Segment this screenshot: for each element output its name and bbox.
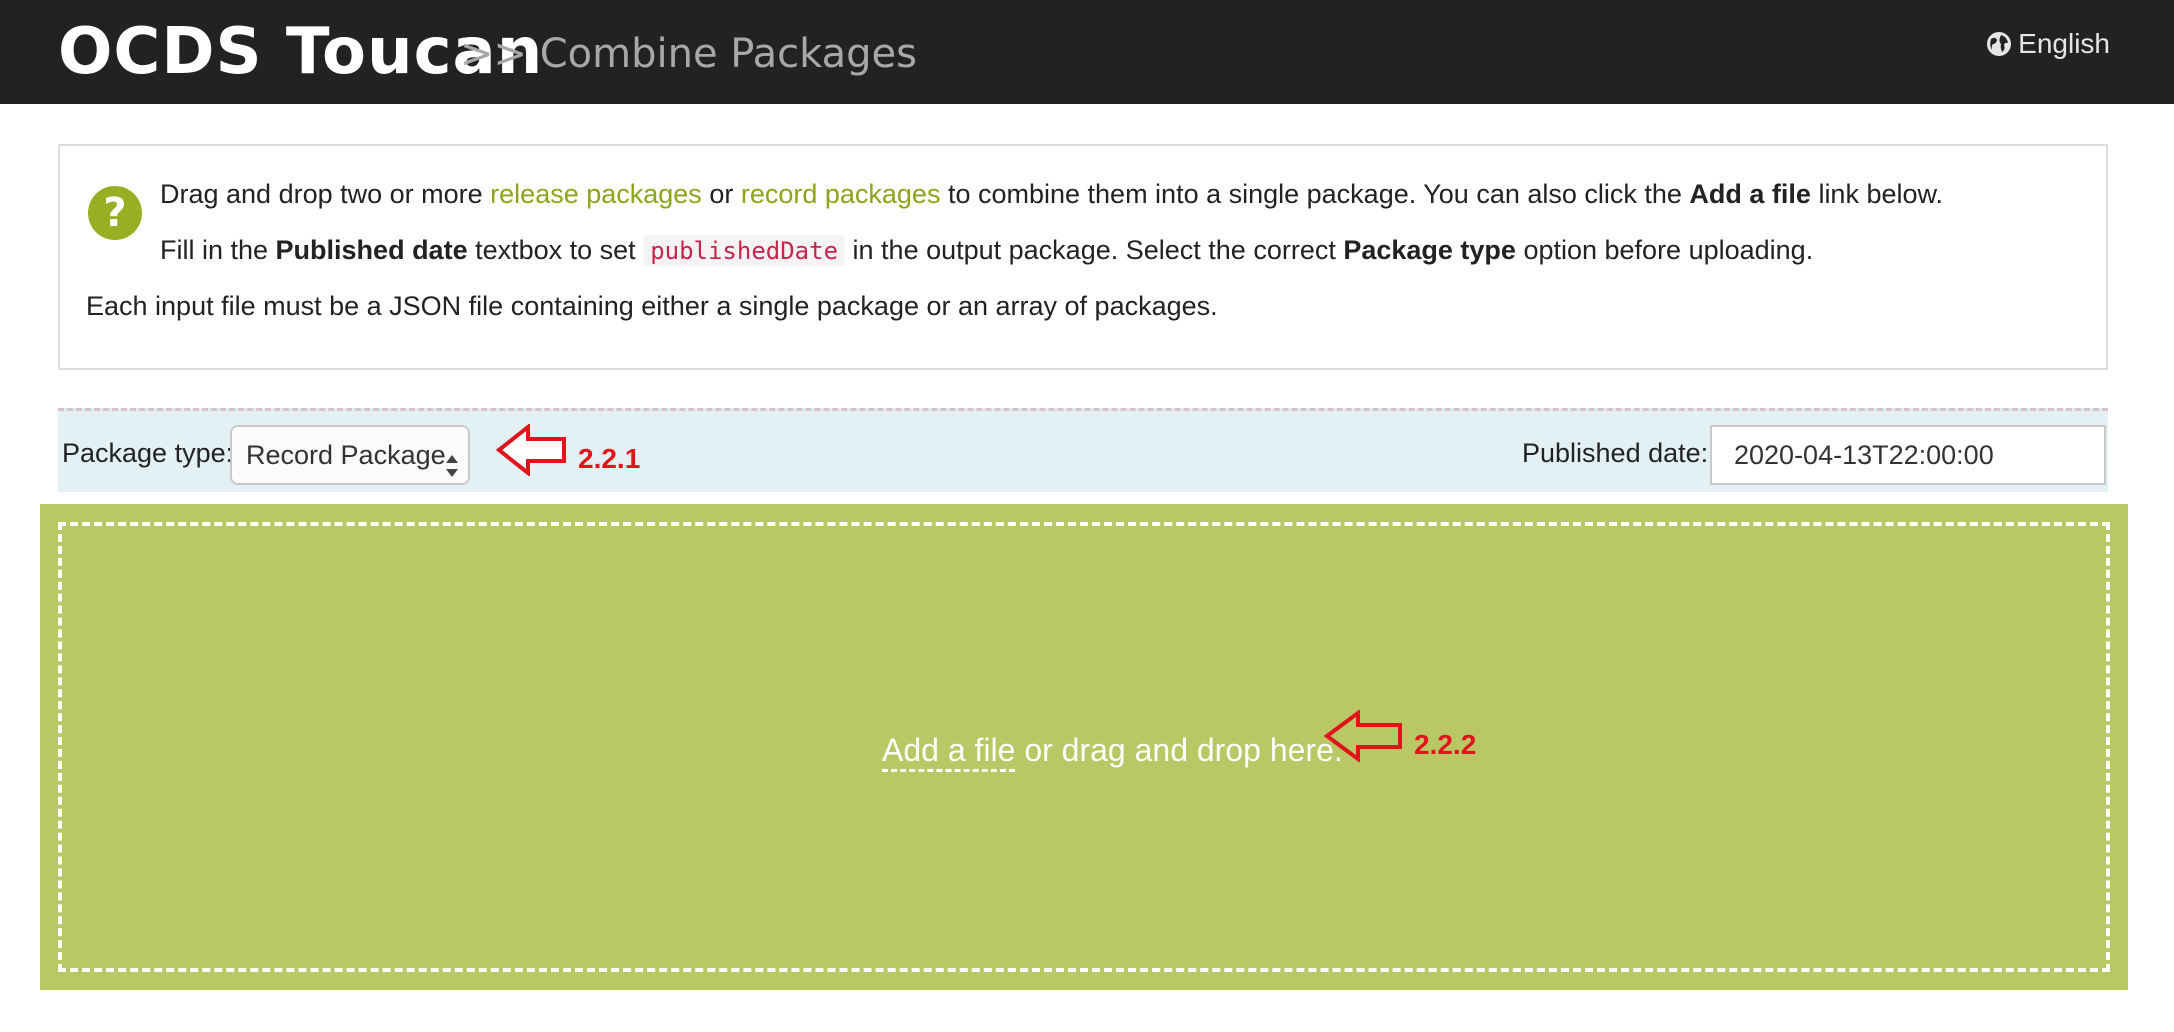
help-text: textbox to set — [467, 235, 644, 265]
annotation-2-2-2: 2.2.2 — [1323, 709, 1477, 767]
red-arrow-icon — [495, 422, 568, 481]
help-bold-text: Published date — [275, 235, 468, 265]
package-type-select[interactable]: Record Package — [230, 425, 470, 485]
help-panel: ? Drag and drop two or more release pack… — [58, 144, 2108, 370]
published-date-code: publishedDate — [643, 235, 846, 267]
question-icon: ? — [88, 186, 142, 240]
breadcrumb: >> Combine Packages — [460, 31, 917, 77]
select-arrows-icon — [444, 442, 460, 498]
globe-icon — [1986, 31, 2012, 57]
help-line-1: Drag and drop two or more release packag… — [160, 174, 1943, 214]
help-text: Fill in the — [160, 235, 276, 265]
help-text: link below. — [1810, 179, 1944, 209]
language-selector[interactable]: English — [1986, 24, 2110, 64]
help-bold-text: Package type — [1343, 235, 1516, 265]
published-date-label: Published date: — [1522, 438, 1709, 468]
help-text: Drag and drop two or more — [160, 179, 491, 209]
help-text: to combine them into a single package. Y… — [940, 179, 1690, 209]
options-bar: Package type: Record Package Published d… — [58, 408, 2108, 492]
release-packages-link[interactable]: release packages — [490, 179, 702, 209]
help-line-2: Fill in the Published date textbox to se… — [160, 230, 1813, 271]
help-bold-text: Add a file — [1689, 179, 1811, 209]
help-text: in the output package. Select the correc… — [845, 235, 1344, 265]
drop-hint-text: or drag and drop here. — [1015, 732, 1343, 768]
help-text: option before uploading. — [1515, 235, 1814, 265]
annotation-label: 2.2.1 — [578, 442, 641, 474]
language-label: English — [2018, 28, 2110, 59]
drop-zone-text: Add a file or drag and drop here. — [882, 726, 1343, 774]
package-type-value: Record Package — [246, 440, 446, 470]
annotation-2-2-1: 2.2.1 — [495, 422, 641, 481]
add-file-link[interactable]: Add a file — [882, 732, 1016, 772]
top-navbar: OCDS Toucan >> Combine Packages English — [0, 0, 2174, 104]
package-type-label: Package type: — [62, 438, 234, 468]
file-drop-zone[interactable]: Add a file or drag and drop here. — [40, 504, 2128, 990]
published-date-input[interactable]: 2020-04-13T22:00:00 — [1710, 425, 2106, 485]
record-packages-link[interactable]: record packages — [741, 179, 941, 209]
drop-zone-border: Add a file or drag and drop here. — [58, 522, 2110, 972]
help-line-3: Each input file must be a JSON file cont… — [86, 291, 1218, 321]
annotation-label: 2.2.2 — [1414, 728, 1477, 760]
red-arrow-icon — [1323, 709, 1404, 767]
help-text: or — [701, 179, 741, 209]
